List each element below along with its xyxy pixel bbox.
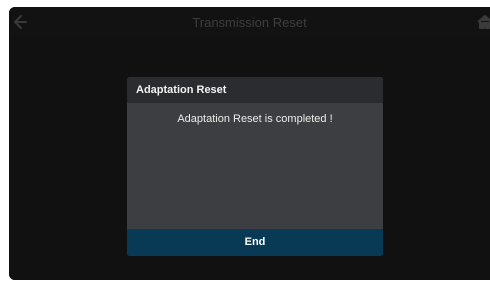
home-icon[interactable]	[476, 13, 490, 31]
dialog-header: Adaptation Reset	[127, 77, 383, 103]
dialog-message: Adaptation Reset is completed !	[177, 113, 333, 125]
top-bar: Transmission Reset	[9, 7, 490, 38]
device-screen: Transmission Reset Adaptation Reset Adap…	[9, 7, 490, 280]
screen-title: Transmission Reset	[192, 15, 307, 30]
end-button[interactable]: End	[127, 229, 383, 256]
dialog-title: Adaptation Reset	[136, 84, 227, 96]
adaptation-reset-dialog: Adaptation Reset Adaptation Reset is com…	[127, 77, 383, 256]
